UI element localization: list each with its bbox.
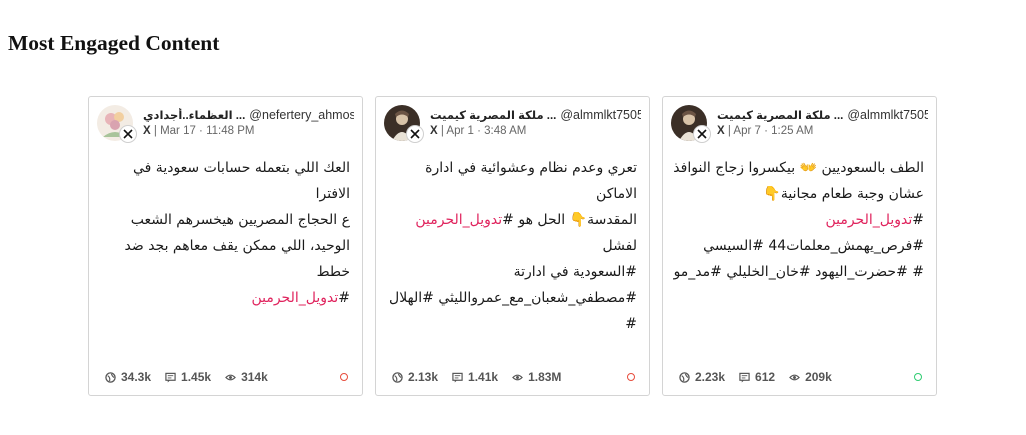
hashtag-link[interactable]: تدويل_الحرمين (251, 290, 338, 306)
post-card[interactable]: ملكة المصرية كيميت ... @almmlkt75050 X | … (375, 96, 650, 396)
avatar[interactable] (671, 105, 711, 143)
source-label: X (430, 125, 438, 137)
post-text-line: #السعودية في ادارتة (513, 264, 637, 280)
page-title: Most Engaged Content (8, 31, 220, 55)
post-text-line: العك اللي بتعمله حسابات سعودية في الافتر… (133, 160, 350, 202)
post-date[interactable]: Mar 17 · 11:48 PM (160, 125, 254, 137)
author-line[interactable]: ملكة المصرية كيميت ... @almmlkt75050 (717, 108, 928, 122)
comments-stat: 612 (739, 370, 775, 384)
author-handle[interactable]: @nefertery_ahmos (249, 108, 354, 122)
post-text: تعري وعدم نظام وعشوائية في ادارة الاماكن… (386, 155, 637, 337)
post-text-line: #تدويل_الحرمين (251, 290, 350, 306)
post-text-line: الوحيد، اللي ممكن يقف معاهم بجد ضد خطط (124, 238, 350, 280)
author-handle[interactable]: @almmlkt75050 (847, 108, 928, 122)
post-date[interactable]: Apr 1 · 3:48 AM (446, 125, 526, 137)
post-text-line: المقدسة👇 الحل هو #تدويل_الحرمين لفشل (415, 212, 637, 254)
post-text-line: #فرص_يهمش_معلمات44 #السيسي (703, 238, 924, 254)
author-display-name[interactable]: العظماء..أجدادي ... (143, 110, 245, 122)
post-meta: X | Apr 1 · 3:48 AM (430, 125, 527, 137)
globe-icon (392, 371, 403, 383)
author-handle[interactable]: @almmlkt75050 (560, 108, 641, 122)
avatar[interactable] (384, 105, 424, 143)
post-text-line: # #حضرت_اليهود #خان_الخليلي #مد_مو (673, 264, 924, 280)
post-text: العك اللي بتعمله حسابات سعودية في الافتر… (99, 155, 350, 311)
post-text-line: ع الحجاج المصريين هيخسرهم الشعب (130, 212, 350, 228)
source-label: X (717, 125, 725, 137)
shares-stat: 34.3k (105, 370, 151, 384)
engagement-stats: 34.3k 1.45k 314k (105, 370, 282, 384)
post-text: الطف بالسعوديين 👐 بيكسروا زجاج النوافذ ع… (673, 155, 924, 285)
views-stat: 209k (789, 370, 832, 384)
avatar[interactable] (97, 105, 137, 143)
source-label: X (143, 125, 151, 137)
post-text-line: #تدويل_الحرمين (825, 212, 924, 228)
shares-stat: 2.13k (392, 370, 438, 384)
author-display-name[interactable]: ملكة المصرية كيميت ... (430, 110, 556, 122)
x-logo-icon (693, 125, 711, 143)
post-text-line: تعري وعدم نظام وعشوائية في ادارة الاماكن (425, 160, 637, 202)
post-meta: X | Mar 17 · 11:48 PM (143, 125, 255, 137)
status-indicator (914, 373, 922, 381)
x-logo-icon (119, 125, 137, 143)
hashtag-link[interactable]: تدويل_الحرمين (415, 212, 502, 228)
globe-icon (105, 371, 116, 383)
x-logo-icon (406, 125, 424, 143)
views-stat: 1.83M (512, 370, 561, 384)
engagement-stats: 2.23k 612 209k (679, 370, 846, 384)
author-line[interactable]: ملكة المصرية كيميت ... @almmlkt75050 (430, 108, 641, 122)
comment-icon (165, 372, 176, 383)
author-line[interactable]: العظماء..أجدادي ... @nefertery_ahmos (143, 108, 354, 122)
eye-icon (789, 374, 800, 380)
post-card[interactable]: العظماء..أجدادي ... @nefertery_ahmos X | … (88, 96, 363, 396)
globe-icon (679, 371, 690, 383)
comments-stat: 1.41k (452, 370, 498, 384)
comments-stat: 1.45k (165, 370, 211, 384)
author-display-name[interactable]: ملكة المصرية كيميت ... (717, 110, 843, 122)
engagement-stats: 2.13k 1.41k 1.83M (392, 370, 575, 384)
status-indicator (340, 373, 348, 381)
hashtag-link[interactable]: تدويل_الحرمين (825, 212, 912, 228)
shares-stat: 2.23k (679, 370, 725, 384)
post-text-line: # (625, 316, 637, 332)
post-meta: X | Apr 7 · 1:25 AM (717, 125, 814, 137)
comment-icon (452, 372, 463, 383)
post-date[interactable]: Apr 7 · 1:25 AM (733, 125, 813, 137)
eye-icon (512, 374, 523, 380)
comment-icon (739, 372, 750, 383)
post-text-line: #مصطفي_شعبان_مع_عمروالليثي #الهلال (389, 290, 637, 306)
post-text-line: الطف بالسعوديين 👐 بيكسروا زجاج النوافذ (673, 160, 924, 176)
post-card[interactable]: ملكة المصرية كيميت ... @almmlkt75050 X | … (662, 96, 937, 396)
status-indicator (627, 373, 635, 381)
post-text-line: عشان وجبة طعام مجانية👇 (763, 186, 924, 202)
eye-icon (225, 374, 236, 380)
views-stat: 314k (225, 370, 268, 384)
